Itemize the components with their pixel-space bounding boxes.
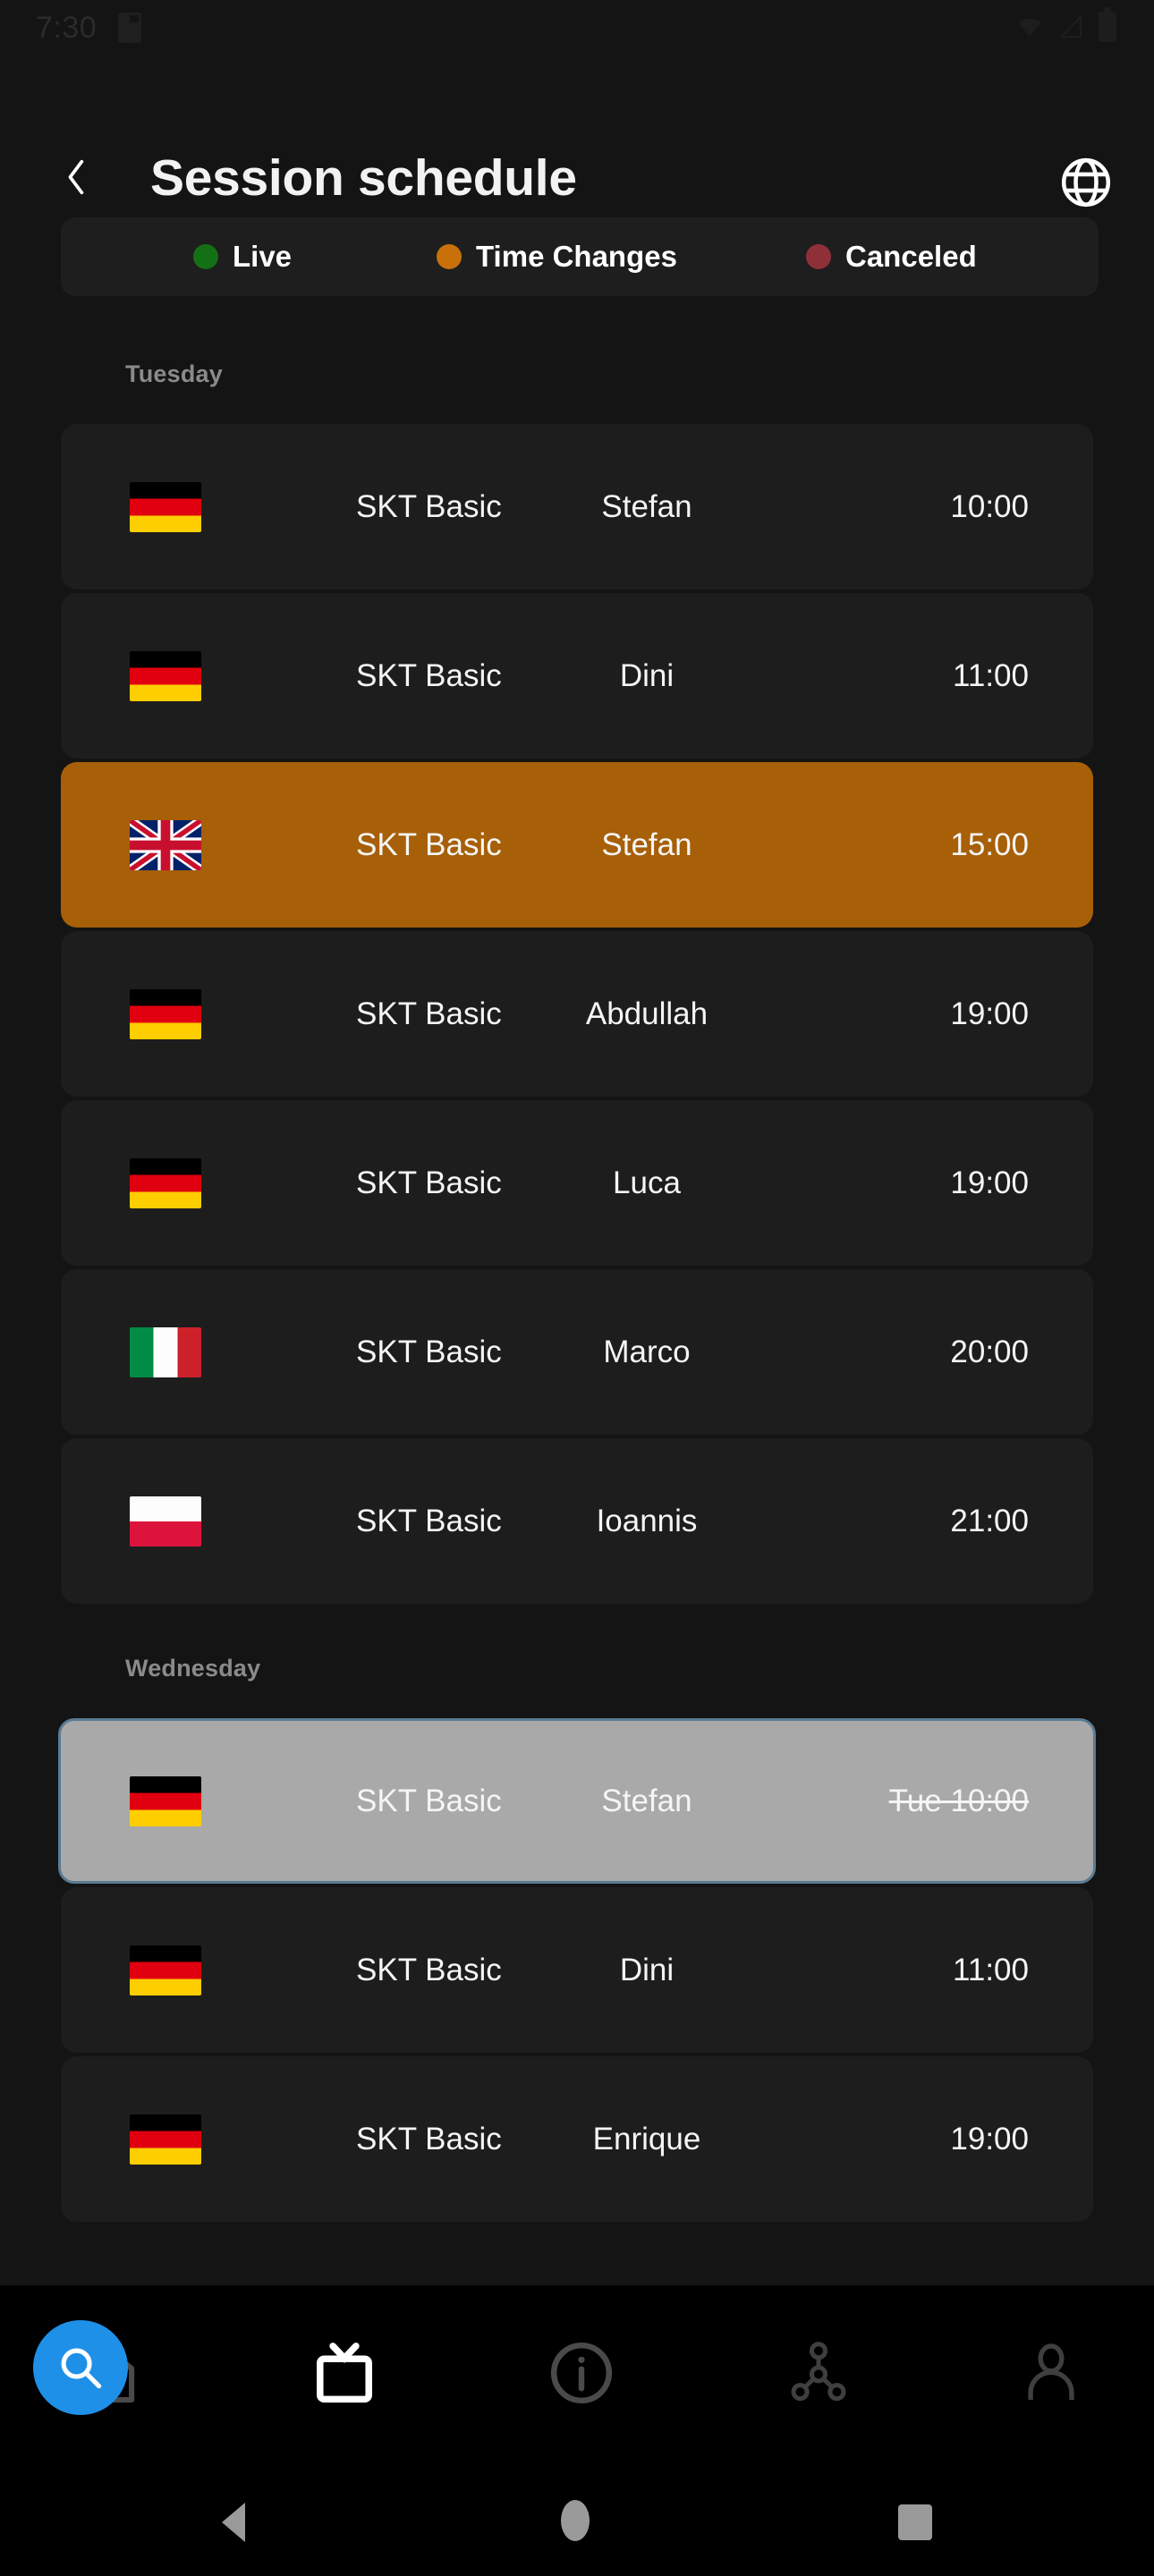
- flag-germany-icon: [130, 988, 201, 1039]
- share-icon: [791, 2341, 846, 2401]
- session-row[interactable]: SKT Basic Enrique 19:00: [61, 2056, 1093, 2222]
- flag-poland-icon: [130, 1496, 201, 1546]
- session-row[interactable]: SKT Basic Marco 20:00: [61, 1269, 1093, 1435]
- session-course: SKT Basic: [356, 1165, 502, 1200]
- session-time: 20:00: [950, 1334, 1029, 1369]
- session-coach: Enrique: [592, 2121, 701, 2157]
- session-time: 10:00: [950, 488, 1029, 524]
- battery-icon: [1099, 7, 1116, 42]
- sd-card-icon: [118, 13, 141, 43]
- session-time: 19:00: [950, 2121, 1029, 2157]
- session-course: SKT Basic: [356, 1952, 502, 1987]
- nav-item-info[interactable]: [514, 2319, 649, 2427]
- session-time: 11:00: [953, 657, 1029, 693]
- session-time: Tue 10:00: [888, 1783, 1029, 1818]
- bottom-navigation: [0, 2285, 1154, 2460]
- session-course: SKT Basic: [356, 996, 502, 1031]
- android-navigation-bar: [0, 2460, 1154, 2576]
- nav-item-profile[interactable]: [984, 2319, 1118, 2427]
- page-title: Session schedule: [150, 149, 577, 207]
- session-coach: Abdullah: [585, 996, 709, 1031]
- session-row[interactable]: SKT Basic Ioannis 21:00: [61, 1438, 1093, 1604]
- flag-germany-icon: [130, 481, 201, 532]
- session-course: SKT Basic: [356, 488, 502, 524]
- session-coach: Marco: [603, 1334, 691, 1369]
- status-bar-icons: [1014, 7, 1116, 42]
- tv-icon: [317, 2342, 372, 2402]
- person-icon: [1028, 2343, 1074, 2400]
- info-icon: [550, 2342, 613, 2403]
- chevron-left-icon: [68, 159, 84, 195]
- flag-italy-icon: [130, 1326, 201, 1377]
- session-course: SKT Basic: [356, 1503, 502, 1538]
- legend-bar: Live Time Changes Canceled: [61, 217, 1099, 296]
- language-button[interactable]: [1057, 154, 1115, 211]
- session-course: SKT Basic: [356, 1783, 502, 1818]
- session-coach: Dini: [619, 657, 675, 693]
- phone-screen: 7:30 Session schedule Live Time Changes …: [0, 0, 1154, 2576]
- search-fab[interactable]: [33, 2320, 128, 2415]
- session-row[interactable]: SKT Basic Abdullah 19:00: [61, 931, 1093, 1097]
- status-dot-live: [193, 244, 218, 269]
- signal-icon: [1058, 13, 1082, 38]
- flag-germany-icon: [130, 1157, 201, 1208]
- session-coach: Stefan: [601, 826, 692, 862]
- back-button[interactable]: [52, 152, 102, 202]
- flag-united-kingdom-icon: [130, 819, 201, 870]
- session-row[interactable]: SKT Basic Dini 11:00: [61, 593, 1093, 758]
- session-list[interactable]: Tuesday SKT Basic Stefan 10:00 SKT Basic Dini…: [0, 313, 1154, 2285]
- session-time: 15:00: [950, 826, 1029, 862]
- session-row[interactable]: SKT Basic Stefan 15:00: [61, 762, 1093, 928]
- globe-icon: [1061, 157, 1111, 208]
- flag-germany-icon: [130, 1945, 201, 1996]
- session-course: SKT Basic: [356, 2121, 502, 2157]
- flag-germany-icon: [130, 1775, 201, 1826]
- session-row[interactable]: SKT Basic Stefan Tue 10:00: [58, 1718, 1096, 1884]
- status-dot-time-changes: [437, 244, 462, 269]
- flag-germany-icon: [130, 650, 201, 701]
- status-bar: 7:30: [0, 0, 1154, 55]
- legend-label: Live: [233, 240, 293, 273]
- legend-label: Canceled: [845, 240, 977, 273]
- session-row[interactable]: SKT Basic Luca 19:00: [61, 1100, 1093, 1266]
- app-bar: Session schedule: [0, 55, 1154, 208]
- recents-square-icon[interactable]: [898, 2504, 932, 2540]
- session-time: 21:00: [950, 1503, 1029, 1538]
- session-row[interactable]: SKT Basic Dini 11:00: [61, 1887, 1093, 2053]
- search-icon: [61, 2348, 102, 2389]
- session-time: 19:00: [950, 1165, 1029, 1200]
- session-coach: Ioannis: [596, 1503, 698, 1538]
- session-time: 19:00: [950, 996, 1029, 1031]
- back-triangle-icon[interactable]: [222, 2503, 245, 2542]
- legend-item-live: Live: [193, 240, 292, 274]
- status-dot-canceled: [806, 244, 831, 269]
- legend-item-time-changes: Time Changes: [437, 240, 677, 274]
- day-header: Tuesday: [125, 360, 223, 387]
- session-course: SKT Basic: [356, 657, 502, 693]
- session-coach: Stefan: [601, 488, 692, 524]
- session-coach: Stefan: [601, 1783, 692, 1818]
- legend-item-canceled: Canceled: [806, 240, 977, 274]
- home-circle-icon[interactable]: [561, 2500, 590, 2541]
- legend-label: Time Changes: [476, 240, 677, 273]
- session-course: SKT Basic: [356, 1334, 502, 1369]
- session-coach: Dini: [619, 1952, 675, 1987]
- session-coach: Luca: [613, 1165, 681, 1200]
- flag-germany-icon: [130, 2114, 201, 2165]
- session-row[interactable]: SKT Basic Stefan 10:00: [61, 424, 1093, 589]
- session-time: 11:00: [953, 1952, 1029, 1987]
- session-course: SKT Basic: [356, 826, 502, 862]
- wifi-icon: [1018, 18, 1041, 37]
- status-bar-clock: 7:30: [36, 11, 98, 45]
- day-header: Wednesday: [125, 1655, 261, 1682]
- nav-item-tv[interactable]: [277, 2319, 412, 2427]
- nav-item-share[interactable]: [751, 2319, 886, 2427]
